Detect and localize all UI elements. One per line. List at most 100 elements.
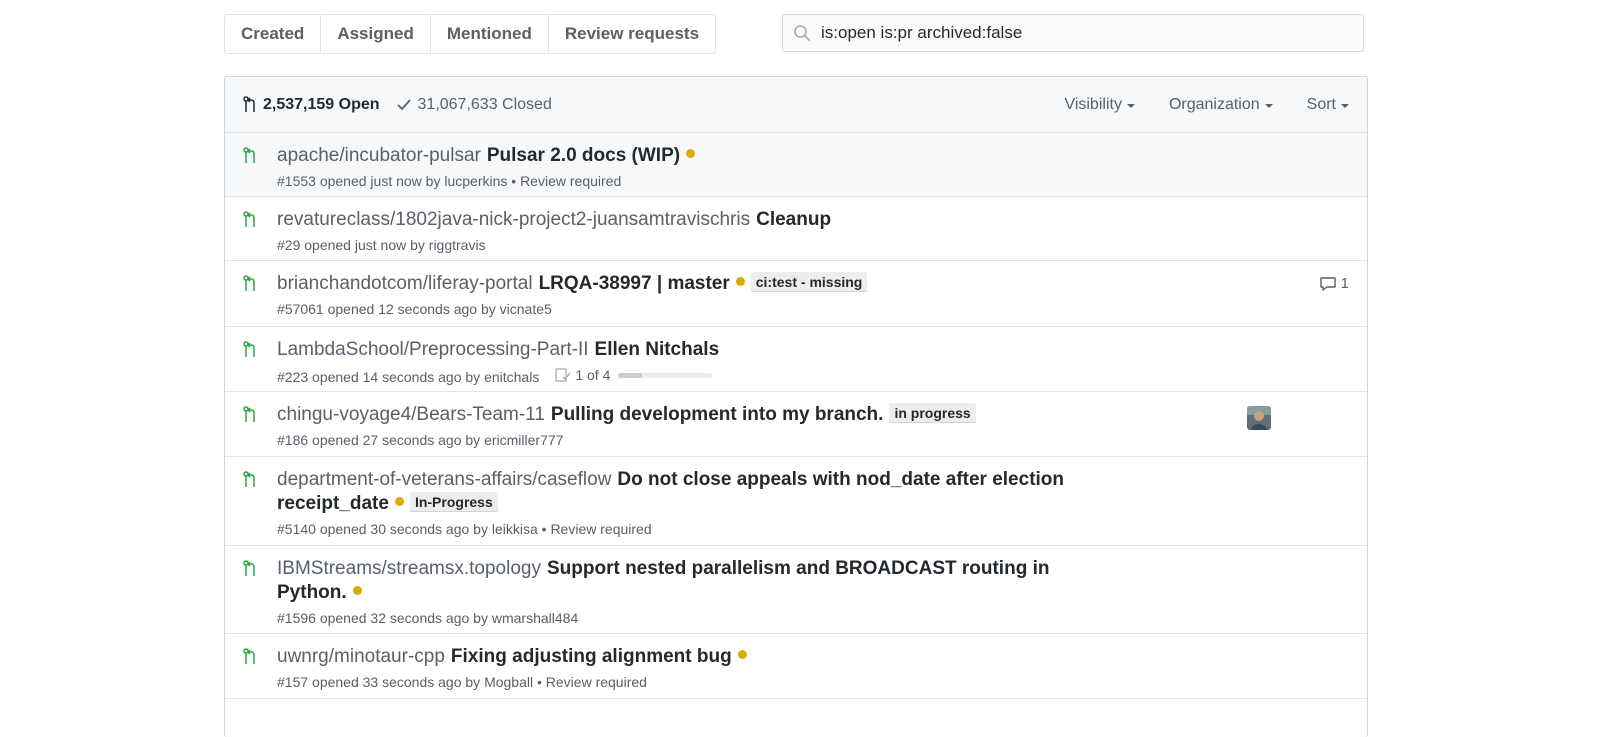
pr-title-line: LambdaSchool/Preprocessing-Part-II Ellen … xyxy=(277,338,1097,362)
pr-list-box: 2,537,159 Open 31,067,633 Closed Visibil… xyxy=(224,76,1368,737)
search-icon xyxy=(794,25,810,41)
organization-dropdown[interactable]: Organization xyxy=(1169,96,1273,114)
pr-title-line: uwnrg/minotaur-cpp Fixing adjusting align… xyxy=(277,645,1097,669)
pr-row-main: brianchandotcom/liferay-portal LRQA-38997… xyxy=(277,272,1097,318)
author-link[interactable]: leikkisa xyxy=(492,521,538,537)
visibility-label: Visibility xyxy=(1064,95,1122,113)
open-pull-request-icon xyxy=(243,648,255,664)
pr-title-line: chingu-voyage4/Bears-Team-11 Pulling deve… xyxy=(277,403,1097,427)
pr-meta-text: #223 opened 14 seconds ago by xyxy=(277,369,481,385)
comment-icon xyxy=(1319,276,1336,291)
pr-row-main: chingu-voyage4/Bears-Team-11 Pulling deve… xyxy=(277,403,1097,449)
pr-label[interactable]: in progress xyxy=(889,403,976,423)
repo-link[interactable]: brianchandotcom/liferay-portal xyxy=(277,273,533,294)
pr-title-link[interactable]: Fixing adjusting alignment bug xyxy=(451,646,732,667)
pr-label[interactable]: In-Progress xyxy=(409,492,498,512)
assignee-avatar[interactable] xyxy=(1247,406,1271,430)
comments-link[interactable]: 1 xyxy=(1319,275,1349,292)
pr-title-line: department-of-veterans-affairs/caseflow D… xyxy=(277,468,1097,516)
subnav-created[interactable]: Created xyxy=(225,15,322,53)
review-status: • Review required xyxy=(537,521,652,537)
review-status: • Review required xyxy=(533,674,647,690)
repo-link[interactable]: IBMStreams/streamsx.topology xyxy=(277,558,541,579)
pending-status-icon[interactable] xyxy=(735,277,745,286)
author-link[interactable]: ericmiller777 xyxy=(484,432,563,448)
pr-meta-text: #5140 opened 30 seconds ago by xyxy=(277,521,488,537)
pr-row-main: department-of-veterans-affairs/caseflow D… xyxy=(277,468,1097,538)
pr-meta: #1596 opened 32 seconds ago by wmarshall… xyxy=(277,609,1097,627)
pr-row[interactable]: chingu-voyage4/Bears-Team-11 Pulling deve… xyxy=(225,392,1367,457)
pr-title-link[interactable]: Pulsar 2.0 docs (WIP) xyxy=(487,145,680,166)
task-progress-fill xyxy=(618,372,642,378)
pr-title-link[interactable]: Cleanup xyxy=(756,209,831,230)
pr-title-link[interactable]: Ellen Nitchals xyxy=(595,339,720,360)
sort-label: Sort xyxy=(1306,95,1336,113)
state-toggles: 2,537,159 Open 31,067,633 Closed xyxy=(243,77,568,132)
closed-state-link[interactable]: 31,067,633 Closed xyxy=(396,96,552,114)
pr-meta: #157 opened 33 seconds ago by Mogball • … xyxy=(277,673,1097,691)
check-icon xyxy=(396,98,411,110)
open-pull-request-icon xyxy=(243,211,255,227)
closed-count: 31,067,633 Closed xyxy=(417,95,552,113)
repo-link[interactable]: revatureclass/1802java-nick-project2-jua… xyxy=(277,209,750,230)
author-link[interactable]: Mogball xyxy=(484,674,533,690)
pr-row[interactable]: IBMStreams/streamsx.topology Support nest… xyxy=(225,546,1367,634)
author-link[interactable]: wmarshall484 xyxy=(492,610,578,626)
subnav-assigned[interactable]: Assigned xyxy=(321,15,431,53)
pr-row-main: IBMStreams/streamsx.topology Support nest… xyxy=(277,557,1097,627)
pr-title-link[interactable]: Pulling development into my branch. xyxy=(551,404,884,425)
task-progress[interactable]: 1 of 4 xyxy=(555,366,713,384)
pr-row[interactable]: brianchandotcom/liferay-portal LRQA-38997… xyxy=(225,261,1367,327)
pr-row[interactable]: revatureclass/1802java-nick-project2-jua… xyxy=(225,197,1367,261)
pull-request-icon xyxy=(243,95,255,112)
pr-row[interactable]: apache/incubator-pulsar Pulsar 2.0 docs (… xyxy=(225,133,1367,197)
pending-status-icon[interactable] xyxy=(394,497,404,506)
pr-row[interactable]: department-of-veterans-affairs/caseflow D… xyxy=(225,457,1367,546)
repo-link[interactable]: uwnrg/minotaur-cpp xyxy=(277,646,445,667)
author-link[interactable]: enitchals xyxy=(484,369,539,385)
author-link[interactable]: vicnate5 xyxy=(500,301,552,317)
top-bar: Created Assigned Mentioned Review reques… xyxy=(224,14,1366,54)
caret-down-icon xyxy=(1126,103,1135,108)
open-pull-request-icon xyxy=(243,275,255,291)
subnav: Created Assigned Mentioned Review reques… xyxy=(224,14,717,54)
avatar-image xyxy=(1247,406,1271,430)
repo-link[interactable]: apache/incubator-pulsar xyxy=(277,145,481,166)
author-link[interactable]: lucperkins xyxy=(444,173,507,189)
search-box xyxy=(782,14,1364,52)
visibility-dropdown[interactable]: Visibility xyxy=(1064,96,1135,114)
pending-status-icon[interactable] xyxy=(352,586,362,595)
pull-requests-page: Created Assigned Mentioned Review reques… xyxy=(224,14,1368,737)
open-count: 2,537,159 Open xyxy=(263,95,380,113)
pr-meta-text: #1596 opened 32 seconds ago by xyxy=(277,610,488,626)
task-progress-bar xyxy=(618,372,713,378)
pending-status-icon[interactable] xyxy=(686,149,696,158)
sort-dropdown[interactable]: Sort xyxy=(1307,96,1349,114)
pr-meta: #1553 opened just now by lucperkins • Re… xyxy=(277,172,1097,190)
repo-link[interactable]: LambdaSchool/Preprocessing-Part-II xyxy=(277,339,589,360)
pr-meta: #5140 opened 30 seconds ago by leikkisa … xyxy=(277,520,1097,538)
search-input[interactable] xyxy=(819,22,1343,44)
repo-link[interactable]: department-of-veterans-affairs/caseflow xyxy=(277,469,611,490)
pr-title-link[interactable]: LRQA-38997 | master xyxy=(539,273,730,294)
pr-row-main: revatureclass/1802java-nick-project2-jua… xyxy=(277,208,1097,254)
task-count: 1 of 4 xyxy=(575,367,611,383)
subnav-review-requests[interactable]: Review requests xyxy=(549,15,715,53)
pr-label[interactable]: ci:test - missing xyxy=(750,272,868,292)
filter-dropdowns: Visibility Organization Sort xyxy=(1030,77,1349,132)
subnav-mentioned[interactable]: Mentioned xyxy=(431,15,549,53)
pr-row[interactable]: uwnrg/minotaur-cpp Fixing adjusting align… xyxy=(225,634,1367,699)
pr-meta-text: #186 opened 27 seconds ago by xyxy=(277,432,481,448)
pr-row-main: apache/incubator-pulsar Pulsar 2.0 docs (… xyxy=(277,144,1097,190)
pr-title-line: brianchandotcom/liferay-portal LRQA-38997… xyxy=(277,272,1097,296)
repo-link[interactable]: chingu-voyage4/Bears-Team-11 xyxy=(277,404,545,425)
open-state-link[interactable]: 2,537,159 Open xyxy=(243,96,380,114)
pr-list-header: 2,537,159 Open 31,067,633 Closed Visibil… xyxy=(225,77,1367,133)
pr-meta-text: #57061 opened 12 seconds ago by xyxy=(277,301,496,317)
open-pull-request-icon xyxy=(243,341,255,357)
pr-row[interactable]: LambdaSchool/Preprocessing-Part-II Ellen … xyxy=(225,327,1367,392)
pending-status-icon[interactable] xyxy=(737,650,747,659)
open-pull-request-icon xyxy=(243,560,255,576)
pr-meta: #223 opened 14 seconds ago by enitchals … xyxy=(277,366,1097,386)
author-link[interactable]: riggtravis xyxy=(429,237,486,253)
